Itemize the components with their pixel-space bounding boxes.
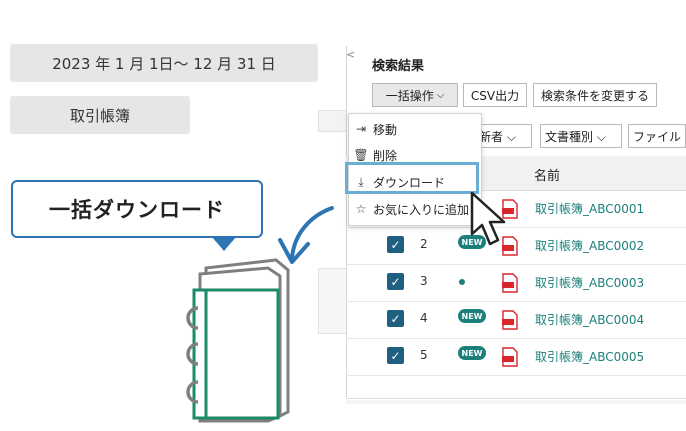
file-name[interactable]: 取引帳簿_ABC0001 [535,200,644,217]
csv-export-button[interactable]: CSV出力 [463,83,527,107]
row-checkbox[interactable]: ✓ [387,347,404,364]
background-panel [318,268,348,334]
file-name[interactable]: 取引帳簿_ABC0003 [535,274,644,291]
move-icon: ⇥ [355,122,367,136]
column-header-name: 名前 [534,169,561,184]
row-checkbox[interactable]: ✓ [387,273,404,290]
row-checkbox[interactable]: ✓ [387,236,404,253]
collapse-handle[interactable]: < [346,48,355,61]
menu-item-label: お気に入りに追加 [373,202,470,217]
new-badge: NEW [458,346,486,360]
cursor-icon [470,191,506,246]
pdf-icon [501,347,519,367]
menu-item-favorite[interactable]: ☆ お気に入りに追加 [349,196,481,222]
row-number: 5 [420,348,428,362]
chevron-down-icon: ⌵ [436,89,445,101]
download-arrow [278,206,334,264]
menu-item-label: 移動 [373,122,398,137]
pdf-icon [501,310,519,330]
row-number: 3 [420,274,428,288]
bulk-action-button[interactable]: 一括操作 ⌵ [372,83,458,107]
doctype-filter[interactable]: 文書種別 ⌵ [540,124,622,148]
ledger-label: 取引帳簿 [10,96,190,134]
new-badge: NEW [458,309,486,323]
file-name[interactable]: 取引帳簿_ABC0005 [535,348,644,365]
pdf-icon [501,273,519,293]
file-name[interactable]: 取引帳簿_ABC0004 [535,311,644,328]
row-checkbox[interactable]: ✓ [387,310,404,327]
row-number: 4 [420,311,428,325]
panel-title: 検索結果 [372,59,425,74]
divider [346,398,686,399]
download-highlight [345,162,479,194]
file-name[interactable]: 取引帳簿_ABC0002 [535,237,644,254]
file-filter[interactable]: ファイル [628,124,686,148]
trash-icon: 🗑 [353,148,369,162]
bulk-action-label: 一括操作 [385,88,434,103]
menu-item-move[interactable]: ⇥ 移動 [349,116,481,142]
bulk-download-callout: 一括ダウンロード [11,180,263,238]
period-label: 2023 年 1 月 1日〜 12 月 31 日 [10,44,318,82]
unread-dot [459,279,465,285]
menu-item-label: 削除 [373,148,398,163]
horizontal-scrollbar[interactable] [346,400,686,404]
background-panel [318,110,348,132]
star-icon: ☆ [355,202,367,216]
row-number: 2 [420,237,428,251]
newest-filter[interactable]: 新者 ⌵ [474,124,532,148]
change-conditions-button[interactable]: 検索条件を変更する [533,83,657,107]
callout-text: 一括ダウンロード [49,198,225,222]
